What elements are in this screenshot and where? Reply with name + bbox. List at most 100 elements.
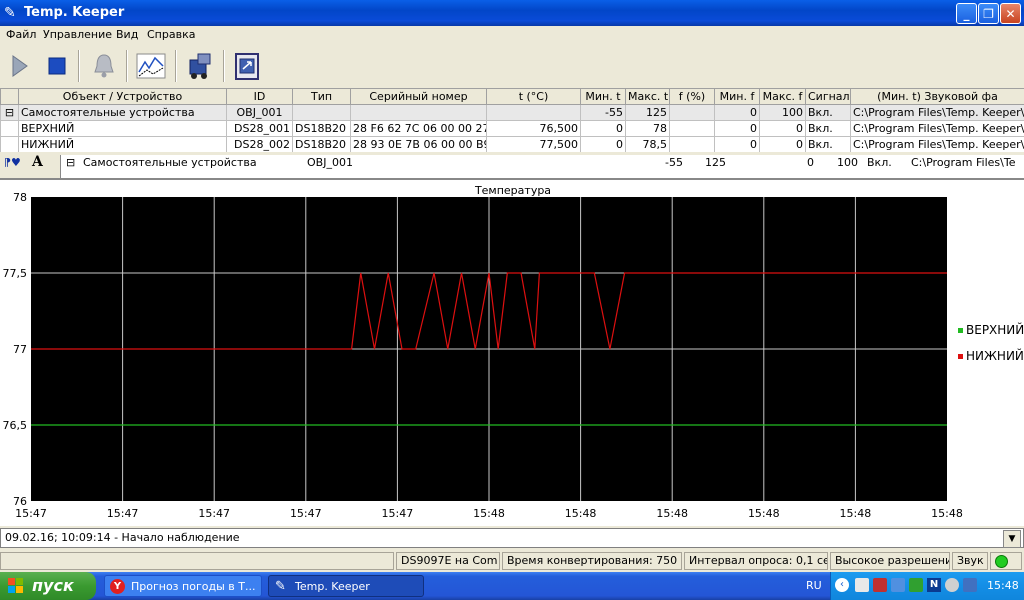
maximize-button[interactable]: ❐: [978, 3, 999, 24]
task-browser[interactable]: Y Прогноз погоды в Т...: [104, 575, 262, 597]
cell-max-t: 125: [625, 104, 670, 121]
tray-network-icon[interactable]: [891, 578, 905, 592]
play-icon[interactable]: [3, 50, 35, 82]
menu-help[interactable]: Справка: [147, 28, 195, 41]
app-icon: ✎: [275, 579, 286, 594]
x-tick-label: 15:48: [931, 507, 963, 520]
cell-sound: C:\Program Files\Temp. Keeper\Sou: [850, 104, 1024, 121]
temperature-chart: Температура 78 77,5 77 76,5 76 15:47 15:47 15:…: [0, 180, 1024, 526]
tray-update-icon[interactable]: [909, 578, 923, 592]
chevron-left-icon[interactable]: ‹: [835, 578, 849, 592]
cell-min-f: 0: [714, 136, 760, 153]
toolbar-separator: [78, 50, 80, 82]
window-title: Temp. Keeper: [24, 5, 125, 20]
table-row[interactable]: ⊟ Самостоятельные устройства OBJ_001 -55…: [0, 104, 1024, 121]
cell-temp: [486, 104, 581, 121]
tray-sound-icon[interactable]: [945, 578, 959, 592]
cell-object: НИЖНИЙ: [18, 136, 227, 153]
export-icon[interactable]: [231, 50, 263, 82]
chart-icon[interactable]: [135, 50, 167, 82]
cell-temp: 76,500: [486, 120, 581, 137]
status-port: DS9097E на Com 3: [396, 552, 500, 570]
x-tick-label: 15:47: [107, 507, 139, 520]
language-indicator[interactable]: RU: [806, 579, 822, 592]
col-header-max-f[interactable]: Макс. f: [759, 88, 806, 105]
cell-f: [669, 104, 715, 121]
task-label: Прогноз погоды в Т...: [131, 580, 256, 593]
tray-app-icon[interactable]: [855, 578, 869, 592]
tray-security-icon[interactable]: [873, 578, 887, 592]
col-header-f[interactable]: f (%): [669, 88, 715, 105]
row-indent: [0, 120, 19, 137]
cell-signal: Вкл.: [867, 156, 892, 169]
stop-icon[interactable]: [41, 50, 73, 82]
menu-file[interactable]: Файл: [6, 28, 36, 41]
table-row[interactable]: ВЕРХНИЙ DS28_001 DS18B20 28 F6 62 7C 06 …: [0, 120, 1024, 137]
col-header-temp[interactable]: t (°C): [486, 88, 581, 105]
cell-min-t: 0: [580, 120, 626, 137]
clock[interactable]: 15:48: [987, 579, 1019, 592]
cell-type: [292, 104, 351, 121]
col-header-object[interactable]: Объект / Устройство: [18, 88, 227, 105]
y-tick-label: 77: [13, 343, 27, 356]
col-header-serial[interactable]: Серийный номер: [350, 88, 487, 105]
tray-n-icon[interactable]: N: [927, 578, 941, 592]
cell-signal: Вкл.: [805, 136, 851, 153]
cell-max-f: 100: [837, 156, 858, 169]
secondary-grid[interactable]: ⁋♥ A ⊟ Самостоятельные устройства OBJ_00…: [0, 152, 1024, 180]
cell-max-f: 0: [759, 136, 806, 153]
cell-temp: 77,500: [486, 136, 581, 153]
start-label: пуск: [32, 576, 74, 595]
col-header-id[interactable]: ID: [226, 88, 293, 105]
x-tick-label: 15:47: [290, 507, 322, 520]
app-icon: ✎: [4, 5, 16, 21]
device-icon[interactable]: [184, 50, 216, 82]
menu-view[interactable]: Вид: [116, 28, 138, 41]
cell-sound: C:\Program Files\Temp. Keeper\Sou: [850, 136, 1024, 153]
status-sound: Звук: [952, 552, 988, 570]
col-header-min-t[interactable]: Мин. t: [580, 88, 626, 105]
col-header-max-t[interactable]: Макс. t: [625, 88, 670, 105]
grid-header: Объект / Устройство ID Тип Серийный номе…: [0, 88, 1024, 105]
cell-object: Самостоятельные устройства: [83, 156, 257, 169]
cell-object: Самостоятельные устройства: [18, 104, 227, 121]
close-button[interactable]: ✕: [1000, 3, 1021, 24]
font-icon[interactable]: A: [32, 154, 43, 170]
cell-min-t: -55: [665, 156, 683, 169]
status-led-icon: [995, 555, 1008, 568]
minimize-button[interactable]: _: [956, 3, 977, 24]
x-tick-label: 15:48: [473, 507, 505, 520]
grid-header-cell: [0, 88, 19, 105]
cell-sound: C:\Program Files\Temp. Keeper\Sou: [850, 120, 1024, 137]
col-header-signal[interactable]: Сигнал: [805, 88, 851, 105]
chart-title: Температура: [474, 184, 551, 197]
task-temp-keeper[interactable]: ✎ Temp. Keeper: [268, 575, 424, 597]
cell-max-t: 78: [625, 120, 670, 137]
start-button[interactable]: пуск: [0, 572, 96, 600]
x-tick-label: 15:48: [656, 507, 688, 520]
col-header-min-f[interactable]: Мин. f: [714, 88, 760, 105]
cell-type: DS18B20: [292, 120, 351, 137]
table-row[interactable]: НИЖНИЙ DS28_002 DS18B20 28 93 0E 7B 06 0…: [0, 136, 1024, 153]
bell-icon[interactable]: [88, 50, 120, 82]
row-indent: [0, 136, 19, 153]
col-header-sound[interactable]: (Мин. t) Звуковой фа: [850, 88, 1024, 105]
tray-display-icon[interactable]: [963, 578, 977, 592]
cell-id: DS28_001: [226, 120, 293, 137]
flag-icon[interactable]: ⁋♥: [4, 156, 21, 169]
system-tray: ‹ N 15:48: [830, 572, 1024, 600]
title-bar[interactable]: ✎ Temp. Keeper _ ❐ ✕: [0, 0, 1024, 26]
col-header-type[interactable]: Тип: [292, 88, 351, 105]
x-tick-label: 15:48: [748, 507, 780, 520]
y-tick-label: 77,5: [3, 267, 28, 280]
browser-icon: Y: [110, 579, 125, 594]
menu-control[interactable]: Управление: [43, 28, 112, 41]
collapse-icon[interactable]: ⊟: [0, 104, 19, 121]
collapse-icon[interactable]: ⊟: [66, 156, 75, 169]
y-tick-label: 78: [13, 191, 27, 204]
cell-min-t: -55: [580, 104, 626, 121]
log-combobox[interactable]: 09.02.16; 10:09:14 - Начало наблюдение ▼: [0, 528, 1024, 548]
y-tick-label: 76,5: [3, 419, 28, 432]
cell-signal: Вкл.: [805, 104, 851, 121]
chevron-down-icon[interactable]: ▼: [1003, 530, 1021, 548]
